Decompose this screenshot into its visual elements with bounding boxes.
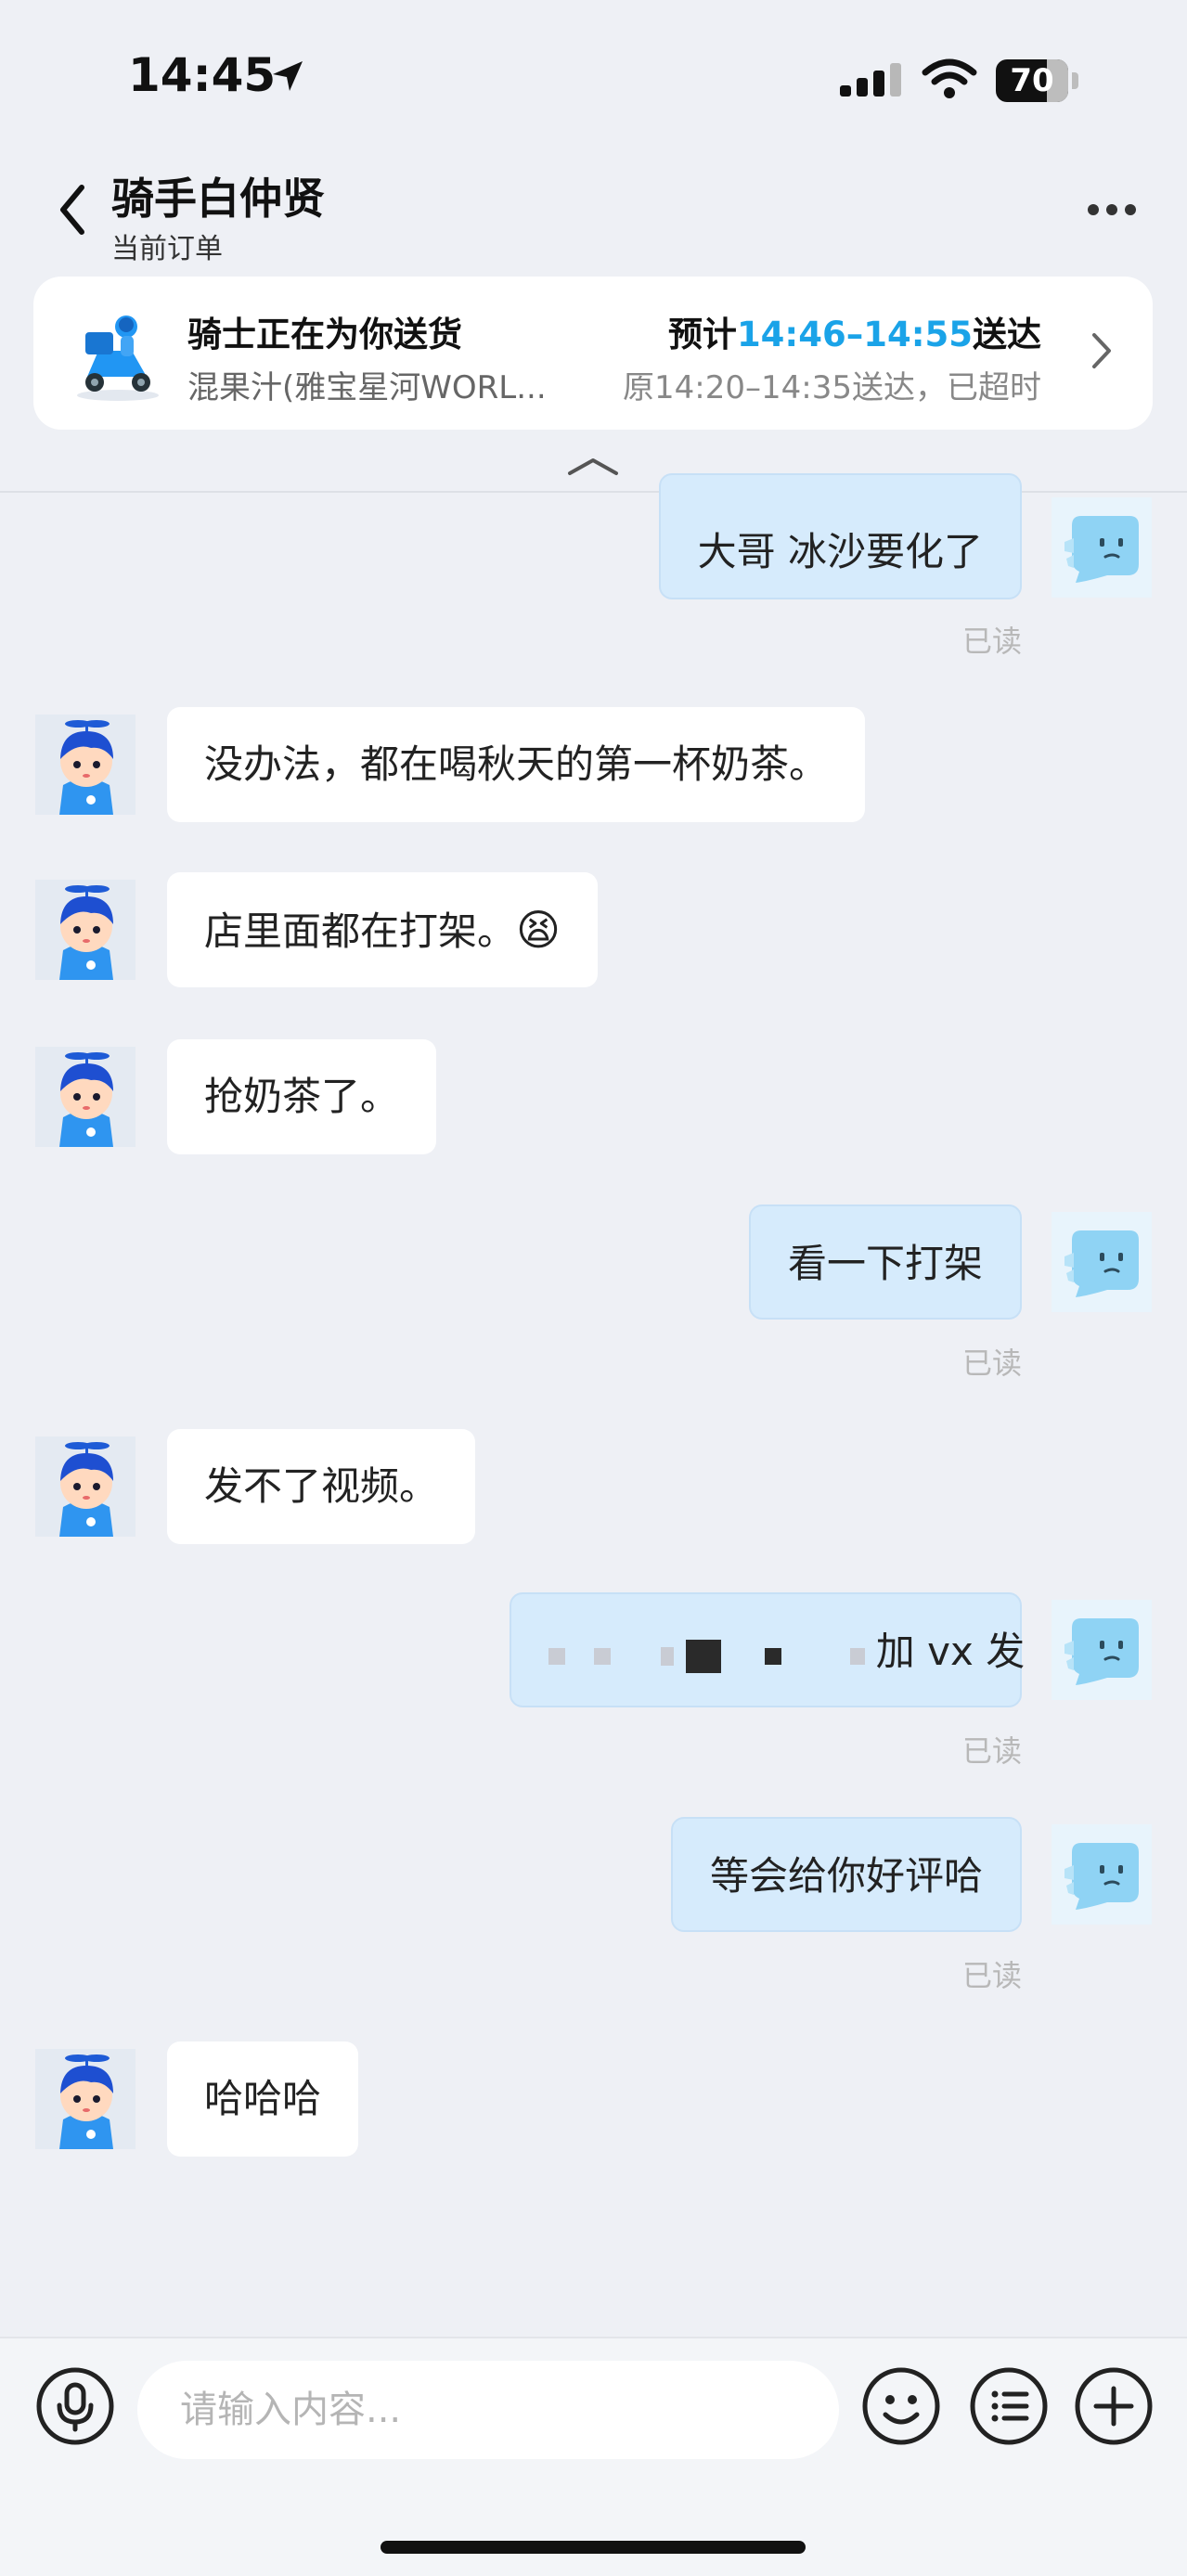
message-bubble[interactable]: 加 vx 发: [510, 1592, 1026, 1707]
status-bar: 14:45 70: [0, 0, 1187, 139]
message-bubble[interactable]: 抢奶茶了。: [167, 1039, 437, 1154]
chat-title: 骑手白仲贤: [111, 174, 325, 224]
eta-time: 14:46–14:55: [736, 315, 973, 354]
read-receipt: 已读: [961, 1733, 1022, 1769]
message-incoming: 哈哈哈: [0, 2041, 1187, 2162]
order-status: 骑士正在为你送货: [187, 315, 462, 354]
battery-indicator: 70: [996, 59, 1079, 102]
chat-subtitle: 当前订单: [111, 233, 223, 265]
smile-icon[interactable]: [861, 2366, 941, 2446]
quick-phrases-icon[interactable]: [969, 2366, 1049, 2446]
order-original-time: 原14:20–14:35送达，已超时: [623, 369, 1041, 406]
message-text: 店里面都在打架。: [204, 908, 517, 954]
message-bubble[interactable]: 等会给你好评哈: [670, 1817, 1022, 1932]
user-avatar[interactable]: [1052, 1600, 1152, 1700]
chevron-right-icon[interactable]: [1090, 330, 1114, 371]
more-dots-icon[interactable]: [1086, 202, 1138, 217]
message-outgoing: 等会给你好评哈 已读: [0, 1817, 1187, 1993]
plus-icon[interactable]: [1074, 2366, 1154, 2446]
message-bubble[interactable]: 没办法，都在喝秋天的第一杯奶茶。: [167, 707, 866, 822]
message-input[interactable]: [137, 2361, 839, 2459]
user-avatar[interactable]: [1052, 1824, 1152, 1925]
wifi-icon: [922, 58, 977, 98]
microphone-icon[interactable]: [35, 2366, 115, 2446]
message-bubble[interactable]: 发不了视频。: [167, 1429, 476, 1544]
message-outgoing: 加 vx 发 已读: [0, 1592, 1187, 1769]
battery-level: 70: [1010, 62, 1054, 99]
tired-face-emoji: 😫: [516, 905, 561, 955]
order-card[interactable]: 骑士正在为你送货 混果汁(雅宝星河WORL... 预计14:46–14:55送达…: [33, 277, 1153, 430]
home-indicator: [381, 2541, 806, 2554]
rider-avatar[interactable]: [35, 2049, 135, 2149]
status-time: 14:45: [128, 48, 277, 102]
rider-avatar[interactable]: [35, 1436, 135, 1537]
rider-avatar[interactable]: [35, 715, 135, 815]
location-arrow-icon: [273, 61, 303, 91]
order-eta: 预计14:46–14:55送达: [668, 306, 1041, 356]
message-outgoing: 看一下打架 已读: [0, 1204, 1187, 1381]
rider-avatar[interactable]: [35, 880, 135, 980]
user-avatar[interactable]: [1052, 1212, 1152, 1312]
read-receipt: 已读: [961, 624, 1022, 659]
message-bubble[interactable]: 大哥 冰沙要化了: [658, 473, 1022, 599]
rider-avatar[interactable]: [35, 1047, 135, 1147]
order-shop-name: 混果汁(雅宝星河WORL...: [187, 369, 547, 406]
message-text: 加 vx 发: [875, 1629, 1026, 1674]
message-bubble[interactable]: 店里面都在打架。😫: [167, 872, 598, 987]
cellular-signal-icon: [840, 63, 901, 97]
user-avatar[interactable]: [1052, 497, 1152, 598]
eta-prefix: 预计: [667, 315, 737, 354]
read-receipt: 已读: [961, 1346, 1022, 1381]
redacted-content: [548, 1597, 865, 1712]
message-incoming: 抢奶茶了。: [0, 1039, 1187, 1160]
message-bubble[interactable]: 哈哈哈: [167, 2041, 359, 2157]
read-receipt: 已读: [961, 1958, 1022, 1993]
message-incoming: 店里面都在打架。😫: [0, 872, 1187, 993]
input-bar: [0, 2337, 1187, 2576]
eta-suffix: 送达: [973, 315, 1041, 354]
delivery-scooter-icon: [77, 316, 159, 401]
message-incoming: 发不了视频。: [0, 1429, 1187, 1550]
message-bubble[interactable]: 看一下打架: [748, 1204, 1022, 1320]
message-outgoing: 大哥 冰沙要化了 已读: [0, 473, 1187, 659]
message-incoming: 没办法，都在喝秋天的第一杯奶茶。: [0, 707, 1187, 828]
back-arrow-icon[interactable]: [56, 182, 89, 238]
